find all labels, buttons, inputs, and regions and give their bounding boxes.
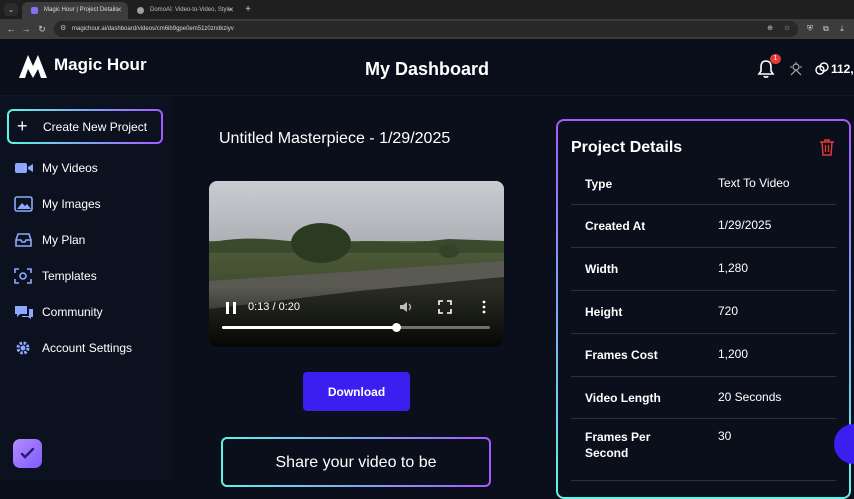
details-row-value: 30 bbox=[718, 429, 732, 443]
details-row-key: Frames Per Second bbox=[585, 430, 651, 460]
browser-tab-active[interactable]: Magic Hour | Project Details ✕ bbox=[22, 2, 128, 19]
details-row: Height 720 bbox=[571, 291, 836, 334]
details-row-value: 720 bbox=[718, 304, 739, 318]
sidebar-item-my-images[interactable]: My Images bbox=[14, 194, 164, 214]
sidebar-item-templates[interactable]: Templates bbox=[14, 266, 164, 286]
seek-bar[interactable] bbox=[222, 323, 490, 332]
details-row-value: 1/29/2025 bbox=[718, 218, 772, 232]
address-bar[interactable]: ⚙ magichour.ai/dashboard/videos/cm6ib9gp… bbox=[54, 21, 798, 37]
details-row-value: 20 Seconds bbox=[718, 390, 782, 404]
tab-title: Magic Hour | Project Details bbox=[44, 7, 119, 13]
seek-bar-progress bbox=[222, 326, 397, 329]
extensions-puzzle-icon[interactable]: ⧉ bbox=[820, 22, 832, 36]
details-row-key: Height bbox=[585, 305, 623, 319]
notification-badge: 1 bbox=[770, 54, 781, 64]
details-row-value: 1,200 bbox=[718, 347, 749, 361]
details-row-key: Type bbox=[585, 177, 613, 191]
volume-icon[interactable] bbox=[399, 300, 413, 314]
fullscreen-icon[interactable] bbox=[438, 300, 452, 314]
trash-icon[interactable] bbox=[819, 138, 835, 156]
project-title: Untitled Masterpiece - 1/29/2025 bbox=[219, 130, 451, 147]
sidebar-item-label: Community bbox=[42, 305, 103, 319]
check-pen-icon bbox=[20, 447, 35, 459]
details-row-value: Text To Video bbox=[718, 176, 790, 190]
tab-title: DomoAI: Video-to-Video, Style bbox=[150, 7, 232, 13]
controls-overlay bbox=[209, 287, 504, 347]
site-info-icon[interactable]: ⚙ bbox=[60, 24, 69, 33]
extension-shield-icon[interactable]: ⛨ bbox=[804, 22, 816, 36]
app-header: Magic Hour My Dashboard 1 112, bbox=[0, 39, 854, 96]
sidebar-item-my-plan[interactable]: My Plan bbox=[14, 230, 164, 250]
details-row: Frames Cost 1,200 bbox=[571, 334, 836, 377]
new-tab-icon[interactable]: + bbox=[242, 2, 254, 17]
browser-toolbar: ← → ↻ ⚙ magichour.ai/dashboard/videos/cm… bbox=[0, 19, 854, 39]
details-row-value: 1,280 bbox=[718, 261, 749, 275]
scan-icon bbox=[14, 268, 32, 284]
details-row-key: Created At bbox=[585, 219, 646, 233]
project-details-title: Project Details bbox=[571, 139, 683, 156]
sidebar-item-label: My Videos bbox=[42, 161, 98, 175]
zoom-icon[interactable]: ⊕ bbox=[765, 24, 775, 34]
details-row: Video Length 20 Seconds bbox=[571, 377, 836, 419]
favicon-icon bbox=[137, 7, 144, 14]
browser-tab[interactable]: DomoAI: Video-to-Video, Style ✕ bbox=[128, 2, 240, 19]
close-tab-icon[interactable]: ✕ bbox=[228, 2, 234, 19]
sidebar-item-label: My Plan bbox=[42, 233, 86, 247]
browser-tabstrip: ⌄ Magic Hour | Project Details ✕ DomoAI:… bbox=[0, 0, 854, 19]
inbox-icon bbox=[15, 233, 32, 247]
gear-icon bbox=[16, 341, 30, 355]
playback-time: 0:13 / 0:20 bbox=[248, 301, 300, 313]
tab-search-icon[interactable]: ⌄ bbox=[4, 3, 18, 16]
sidebar-item-my-videos[interactable]: My Videos bbox=[14, 158, 164, 178]
reload-icon[interactable]: ↻ bbox=[35, 22, 49, 36]
credits-coin-icon bbox=[815, 62, 829, 75]
share-card-text: Share your video to be bbox=[275, 454, 437, 471]
daily-bonus-icon[interactable] bbox=[788, 61, 804, 77]
create-new-project-label: Create New Project bbox=[43, 120, 148, 134]
forward-icon[interactable]: → bbox=[19, 22, 33, 36]
details-row-key: Frames Cost bbox=[585, 348, 658, 362]
details-row: Width 1,280 bbox=[571, 248, 836, 291]
details-row: Created At 1/29/2025 bbox=[571, 205, 836, 248]
create-new-project-button[interactable]: + Create New Project bbox=[7, 109, 163, 144]
sidebar-item-label: My Images bbox=[42, 197, 101, 211]
sidebar-item-label: Account Settings bbox=[42, 341, 133, 355]
chat-icon bbox=[15, 306, 33, 319]
more-options-icon[interactable] bbox=[478, 300, 490, 314]
pause-icon[interactable] bbox=[224, 301, 238, 315]
app-shortcut-icon[interactable] bbox=[13, 439, 42, 468]
sidebar-item-account-settings[interactable]: Account Settings bbox=[14, 338, 164, 358]
project-details-panel: Project Details Type Text To Video Created… bbox=[556, 119, 851, 499]
details-row-key: Video Length bbox=[585, 391, 661, 405]
plus-icon: + bbox=[17, 116, 28, 136]
details-row: Frames Per Second 30 bbox=[571, 419, 836, 481]
sidebar-item-community[interactable]: Community bbox=[14, 302, 164, 322]
video-camera-icon bbox=[15, 163, 33, 173]
image-icon bbox=[14, 196, 33, 212]
close-tab-icon[interactable]: ✕ bbox=[116, 2, 122, 19]
credits-balance[interactable]: 112, bbox=[831, 62, 854, 76]
page-title: My Dashboard bbox=[364, 59, 490, 79]
back-icon[interactable]: ← bbox=[4, 22, 18, 36]
video-player[interactable]: 0:13 / 0:20 bbox=[209, 181, 504, 347]
url-text: magichour.ai/dashboard/videos/cm6ib9gpe0… bbox=[72, 26, 234, 32]
bookmark-star-icon[interactable]: ☆ bbox=[782, 24, 792, 34]
details-row: Type Text To Video bbox=[571, 162, 836, 205]
sidebar: + Create New Project My Videos My Images… bbox=[0, 96, 170, 480]
download-button[interactable]: Download bbox=[303, 372, 410, 411]
details-row-key: Width bbox=[585, 262, 619, 276]
sidebar-item-label: Templates bbox=[42, 269, 97, 283]
favicon-icon bbox=[31, 7, 38, 14]
download-tray-icon[interactable]: ⤓ bbox=[836, 22, 848, 36]
